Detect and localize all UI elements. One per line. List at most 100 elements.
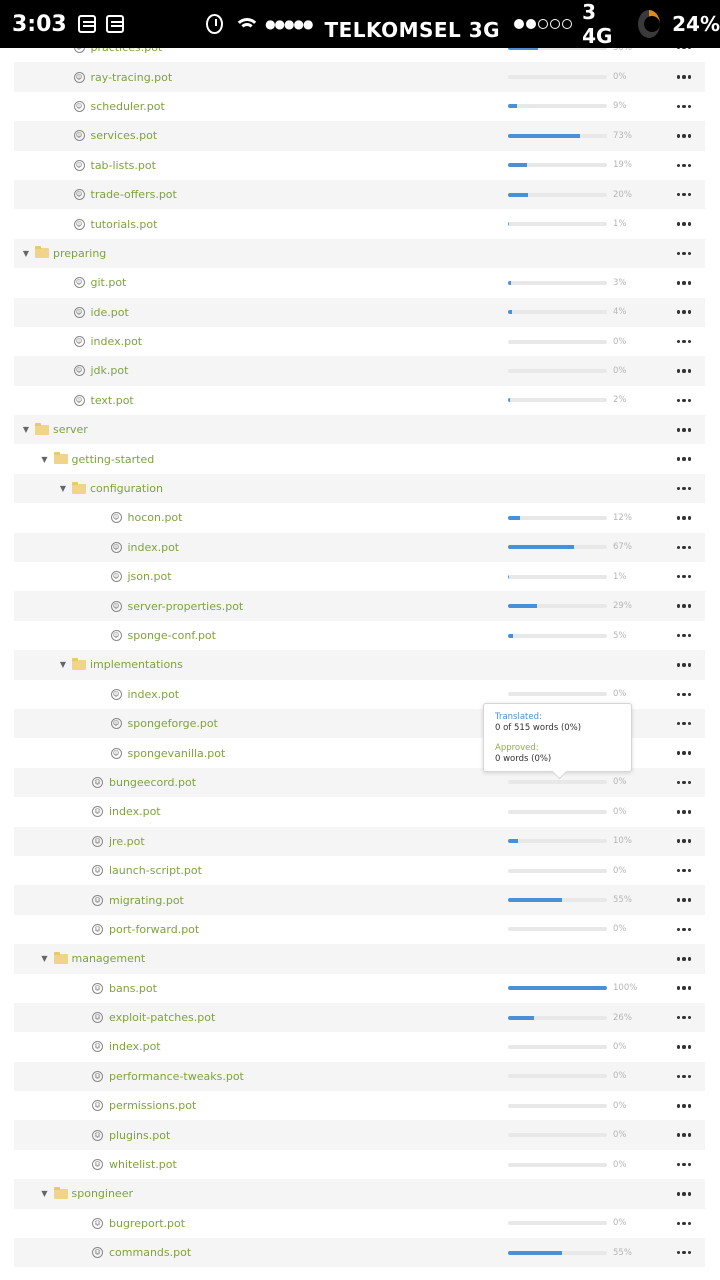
more-options-icon[interactable]	[677, 398, 691, 403]
more-options-icon[interactable]	[677, 516, 691, 520]
file-row[interactable]: ☺ whitelist.pot 0%	[14, 1150, 705, 1179]
more-options-icon[interactable]	[677, 751, 691, 755]
file-name[interactable]: plugins.pot	[109, 1129, 170, 1142]
file-name[interactable]: launch-script.pot	[109, 864, 202, 877]
folder-name[interactable]: server	[53, 423, 88, 436]
more-options-icon[interactable]	[677, 1162, 691, 1167]
more-options-icon[interactable]	[677, 134, 691, 138]
file-row[interactable]: ☺ text.pot 2%	[14, 386, 705, 415]
more-options-icon[interactable]	[677, 1104, 691, 1108]
file-name[interactable]: ray-tracing.pot	[91, 71, 173, 84]
more-options-icon[interactable]	[677, 369, 691, 373]
file-row[interactable]: ☺ tutorials.pot 1%	[14, 209, 705, 238]
file-row[interactable]: ☺ server-properties.pot 29%	[14, 591, 705, 621]
more-options-icon[interactable]	[677, 780, 691, 785]
expand-caret-icon[interactable]: ▼	[58, 660, 68, 669]
more-options-icon[interactable]	[677, 957, 691, 961]
file-row[interactable]: ☺ index.pot 0%	[14, 327, 705, 356]
more-options-icon[interactable]	[677, 1221, 691, 1226]
file-name[interactable]: hocon.pot	[128, 511, 183, 524]
more-options-icon[interactable]	[677, 868, 691, 873]
file-row[interactable]: ☺ jdk.pot 0%	[14, 356, 705, 386]
more-options-icon[interactable]	[677, 633, 691, 638]
folder-row[interactable]: ▼ management	[14, 944, 705, 974]
file-name[interactable]: trade-offers.pot	[91, 188, 177, 201]
file-name[interactable]: jre.pot	[109, 835, 145, 848]
file-row[interactable]: ☺ launch-script.pot 0%	[14, 856, 705, 885]
file-row[interactable]: ☺ exploit-patches.pot 26%	[14, 1002, 705, 1033]
more-options-icon[interactable]	[677, 457, 691, 461]
file-row[interactable]: ☺ index.pot 67%	[14, 532, 705, 563]
file-name[interactable]: ide.pot	[91, 306, 129, 319]
more-options-icon[interactable]	[677, 898, 691, 902]
more-options-icon[interactable]	[677, 192, 691, 197]
file-name[interactable]: performance-tweaks.pot	[109, 1070, 244, 1083]
file-row[interactable]: ☺ ide.pot 4%	[14, 297, 705, 327]
more-options-icon[interactable]	[677, 310, 691, 314]
file-row[interactable]: ☺ bungeecord.pot 0%	[14, 767, 705, 798]
more-options-icon[interactable]	[677, 222, 691, 226]
expand-caret-icon[interactable]: ▼	[40, 954, 50, 963]
file-name[interactable]: server-properties.pot	[128, 600, 244, 613]
file-row[interactable]: ☺ commands.pot 55%	[14, 1238, 705, 1268]
more-options-icon[interactable]	[677, 692, 691, 697]
expand-caret-icon[interactable]: ▼	[21, 425, 31, 434]
folder-name[interactable]: management	[72, 952, 146, 965]
more-options-icon[interactable]	[677, 339, 691, 344]
file-name[interactable]: port-forward.pot	[109, 923, 199, 936]
file-row[interactable]: ☺ trade-offers.pot 20%	[14, 179, 705, 210]
file-row[interactable]: ☺ port-forward.pot 0%	[14, 915, 705, 944]
file-name[interactable]: spongevanilla.pot	[128, 747, 226, 760]
more-options-icon[interactable]	[677, 574, 691, 579]
more-options-icon[interactable]	[677, 927, 691, 932]
more-options-icon[interactable]	[677, 545, 691, 550]
more-options-icon[interactable]	[677, 251, 691, 256]
folder-name[interactable]: getting-started	[72, 453, 155, 466]
more-options-icon[interactable]	[677, 721, 691, 726]
file-name[interactable]: tab-lists.pot	[91, 159, 156, 172]
file-name[interactable]: services.pot	[91, 129, 158, 142]
file-name[interactable]: bungeecord.pot	[109, 776, 196, 789]
more-options-icon[interactable]	[677, 604, 691, 608]
file-name[interactable]: scheduler.pot	[91, 100, 165, 113]
folder-row[interactable]: ▼ getting-started	[14, 444, 705, 473]
file-row[interactable]: ☺ performance-tweaks.pot 0%	[14, 1061, 705, 1092]
folder-name[interactable]: spongineer	[72, 1187, 133, 1200]
more-options-icon[interactable]	[677, 810, 691, 814]
file-row[interactable]: ☺ hocon.pot 12%	[14, 503, 705, 532]
file-name[interactable]: bans.pot	[109, 982, 157, 995]
expand-caret-icon[interactable]: ▼	[21, 249, 31, 258]
file-name[interactable]: index.pot	[109, 1040, 161, 1053]
folder-name[interactable]: preparing	[53, 247, 106, 260]
file-row[interactable]: ☺ permissions.pot 0%	[14, 1091, 705, 1120]
file-row[interactable]: ☺ plugins.pot 0%	[14, 1120, 705, 1150]
file-row[interactable]: ☺ jre.pot 10%	[14, 826, 705, 856]
file-row[interactable]: ☺ sponge-conf.pot 5%	[14, 621, 705, 650]
file-row[interactable]: ☺ scheduler.pot 9%	[14, 92, 705, 121]
file-name[interactable]: index.pot	[91, 335, 143, 348]
more-options-icon[interactable]	[677, 163, 691, 167]
file-name[interactable]: json.pot	[128, 570, 172, 583]
more-options-icon[interactable]	[677, 75, 691, 79]
more-options-icon[interactable]	[677, 428, 691, 432]
folder-row[interactable]: ▼ spongineer	[14, 1179, 705, 1209]
file-row[interactable]: ☺ index.pot 0%	[14, 1032, 705, 1061]
folder-name[interactable]: configuration	[90, 482, 163, 495]
more-options-icon[interactable]	[677, 1015, 691, 1020]
more-options-icon[interactable]	[677, 1074, 691, 1079]
file-name[interactable]: permissions.pot	[109, 1099, 196, 1112]
file-row[interactable]: ☺ git.pot 3%	[14, 268, 705, 297]
more-options-icon[interactable]	[677, 1250, 691, 1255]
folder-row[interactable]: ▼ server	[14, 415, 705, 445]
folder-name[interactable]: implementations	[90, 658, 183, 671]
file-name[interactable]: migrating.pot	[109, 894, 184, 907]
more-options-icon[interactable]	[677, 986, 691, 990]
file-name[interactable]: exploit-patches.pot	[109, 1011, 215, 1024]
expand-caret-icon[interactable]: ▼	[58, 484, 68, 493]
file-row[interactable]: ☺ index.pot 0%	[14, 797, 705, 826]
file-name[interactable]: index.pot	[128, 688, 180, 701]
folder-row[interactable]: ▼ configuration	[14, 473, 705, 504]
more-options-icon[interactable]	[677, 486, 691, 491]
file-name[interactable]: jdk.pot	[91, 364, 129, 377]
expand-caret-icon[interactable]: ▼	[40, 1189, 50, 1198]
